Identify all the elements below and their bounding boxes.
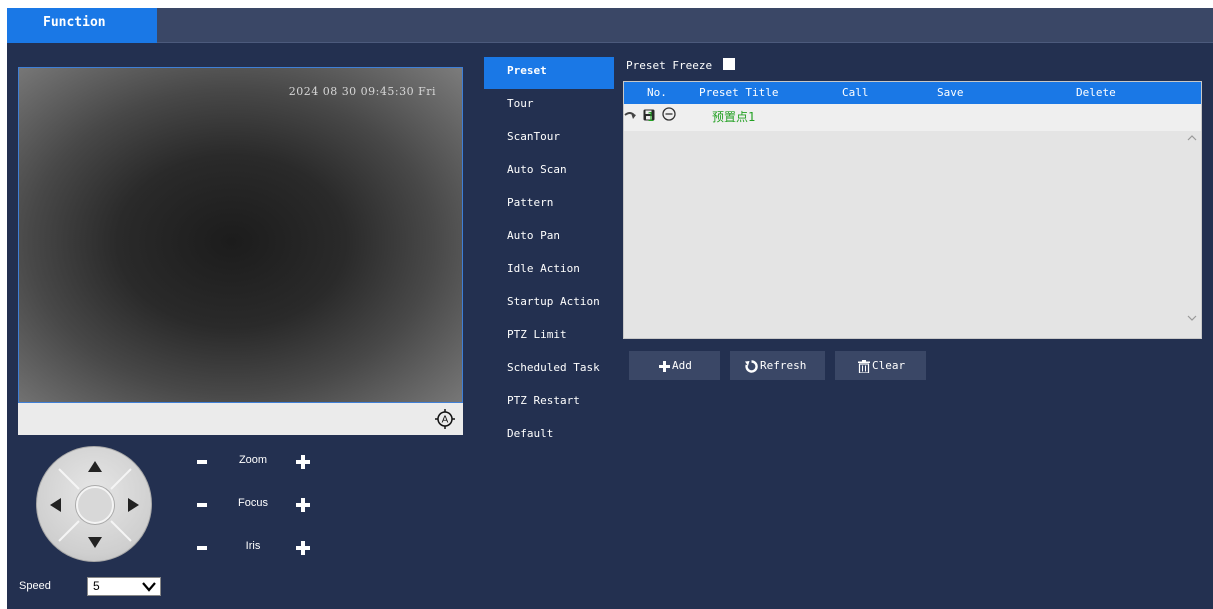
auto-focus-icon[interactable]: A <box>435 409 455 429</box>
column-preset-title: Preset Title <box>699 86 779 99</box>
column-save: Save <box>937 86 964 99</box>
column-delete: Delete <box>1076 86 1116 99</box>
scroll-down-icon[interactable] <box>1186 312 1198 324</box>
menu-item-default[interactable]: Default <box>484 420 614 453</box>
menu-item-scheduled-task[interactable]: Scheduled Task <box>484 354 614 387</box>
speed-select[interactable]: 5 <box>87 577 161 596</box>
delete-preset-icon[interactable] <box>662 107 677 121</box>
menu-item-pattern[interactable]: Pattern <box>484 189 614 222</box>
menu-item-auto-scan[interactable]: Auto Scan <box>484 156 614 189</box>
refresh-button[interactable]: Refresh <box>730 351 825 380</box>
menu-item-auto-pan[interactable]: Auto Pan <box>484 222 614 255</box>
call-preset-icon[interactable] <box>624 111 636 121</box>
zoom-out-icon[interactable] <box>197 460 207 464</box>
iris-label: Iris <box>245 540 261 552</box>
refresh-icon <box>745 359 758 373</box>
function-panel: Function 2024 08 30 09:45:30 Fri A Zoom <box>7 8 1213 609</box>
menu-item-idle-action[interactable]: Idle Action <box>484 255 614 288</box>
focus-label: Focus <box>238 497 268 509</box>
osd-timestamp: 2024 08 30 09:45:30 Fri <box>288 85 436 98</box>
preset-number: 1 <box>647 110 655 124</box>
tab-function[interactable]: Function <box>7 8 157 43</box>
iris-plus-icon[interactable] <box>296 541 310 555</box>
iris-control: Iris <box>193 536 323 560</box>
pan-left-icon[interactable] <box>50 498 61 512</box>
focus-control: Focus <box>193 493 323 517</box>
pan-right-icon[interactable] <box>128 498 139 512</box>
menu-item-tour[interactable]: Tour <box>484 90 614 123</box>
menu-item-scantour[interactable]: ScanTour <box>484 123 614 156</box>
column-call: Call <box>842 86 869 99</box>
focus-minus-icon[interactable] <box>197 503 207 507</box>
menu-item-startup-action[interactable]: Startup Action <box>484 288 614 321</box>
live-video[interactable]: 2024 08 30 09:45:30 Fri <box>18 67 463 403</box>
menu-item-ptz-restart[interactable]: PTZ Restart <box>484 387 614 420</box>
menu-item-preset[interactable]: Preset <box>484 57 614 89</box>
tab-bar: Function <box>7 8 1213 43</box>
zoom-label: Zoom <box>238 454 268 466</box>
zoom-control: Zoom <box>193 450 323 474</box>
preset-table: No. Preset Title Call Save Delete 1 预置点1 <box>623 81 1202 339</box>
svg-text:A: A <box>442 415 449 426</box>
column-no: No. <box>647 86 667 99</box>
focus-plus-icon[interactable] <box>296 498 310 512</box>
function-menu: Preset Tour ScanTour Auto Scan Pattern A… <box>484 57 614 453</box>
pan-down-icon[interactable] <box>88 537 102 548</box>
speed-value: 5 <box>93 579 100 593</box>
menu-item-ptz-limit[interactable]: PTZ Limit <box>484 321 614 354</box>
add-button[interactable]: Add <box>629 351 720 380</box>
table-header: No. Preset Title Call Save Delete <box>624 82 1201 104</box>
plus-icon <box>659 360 670 372</box>
preset-freeze-label: Preset Freeze <box>626 59 713 72</box>
clear-button-label: Clear <box>872 359 906 372</box>
ptz-center-button[interactable] <box>76 486 114 524</box>
table-row[interactable]: 1 预置点1 <box>624 104 1201 131</box>
video-toolbar: A <box>18 403 463 435</box>
speed-label: Speed <box>19 580 51 592</box>
add-button-label: Add <box>672 359 692 372</box>
refresh-button-label: Refresh <box>760 359 807 372</box>
preset-freeze-checkbox[interactable] <box>722 58 735 70</box>
pan-up-icon[interactable] <box>88 461 102 472</box>
preset-title[interactable]: 预置点1 <box>712 104 755 131</box>
ptz-direction-pad <box>36 446 152 562</box>
scroll-up-icon[interactable] <box>1186 132 1198 144</box>
iris-minus-icon[interactable] <box>197 546 207 550</box>
chevron-down-icon <box>142 582 156 592</box>
trash-icon <box>858 359 870 373</box>
clear-button[interactable]: Clear <box>835 351 926 380</box>
zoom-in-icon[interactable] <box>296 455 310 469</box>
preset-freeze: Preset Freeze <box>626 57 735 75</box>
